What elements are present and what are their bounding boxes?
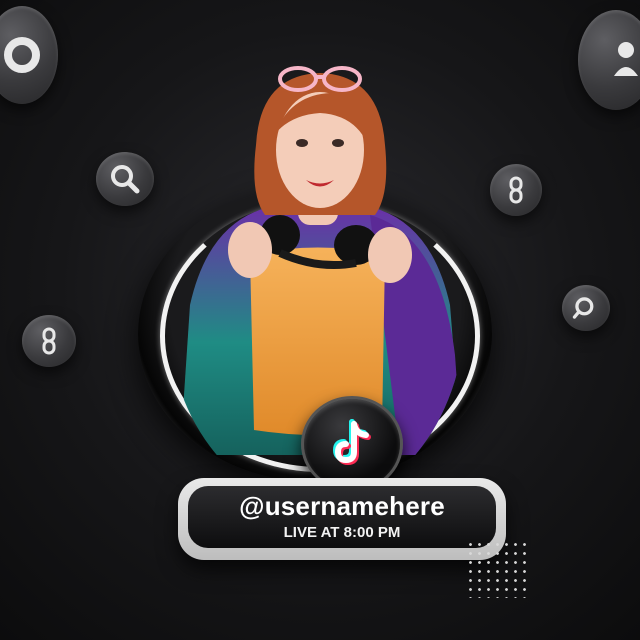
- decorative-dot-grid: [466, 540, 528, 598]
- username-badge-inner: @usernamehere LIVE AT 8:00 PM: [188, 486, 496, 548]
- link-icon: [490, 164, 542, 216]
- link-icon: [22, 315, 76, 367]
- live-time-text: LIVE AT 8:00 PM: [283, 524, 401, 541]
- search-icon: [562, 285, 610, 331]
- tiktok-logo-icon: [332, 419, 371, 466]
- user-icon: [578, 10, 640, 110]
- search-icon: [96, 152, 154, 206]
- ring-bubble-icon: [0, 6, 58, 104]
- username-badge: @usernamehere LIVE AT 8:00 PM: [178, 478, 506, 560]
- profile-photo: [180, 66, 462, 455]
- username-handle[interactable]: @usernamehere: [239, 491, 445, 521]
